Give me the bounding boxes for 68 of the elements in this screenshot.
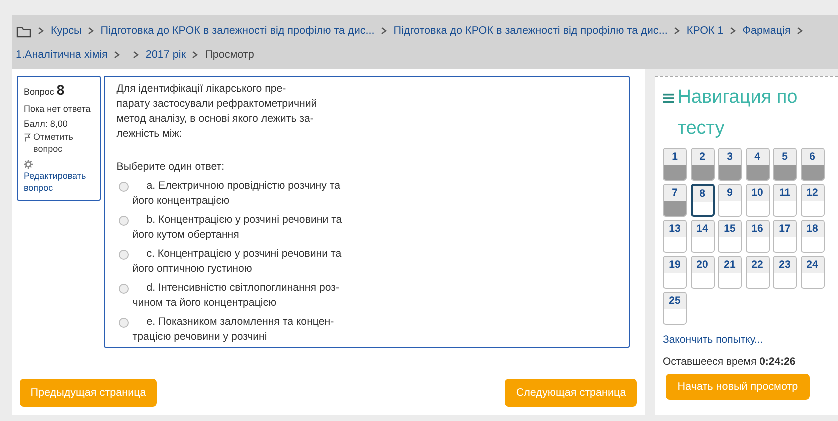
question-nav-button[interactable]: 15 — [718, 220, 742, 254]
answer-option[interactable]: d. Інтенсивністю світлопоглинання роз- чином та його концентрацією — [132, 280, 340, 311]
breadcrumb-current: Просмотр — [205, 48, 254, 64]
question-nav-button[interactable]: 16 — [746, 220, 770, 254]
time-value: 0:24:26 — [760, 356, 796, 368]
answer-option[interactable]: e. Показником заломлення та концен- трацією речовини у розчині — [132, 314, 334, 345]
radio-button[interactable] — [118, 284, 129, 294]
chevron-icon — [380, 27, 388, 36]
breadcrumb-link[interactable]: 2017 рік — [146, 47, 186, 64]
answer-prompt: Выберите один ответ: — [116, 160, 226, 174]
question-nav-button[interactable]: 2 — [690, 148, 714, 182]
question-nav-button[interactable]: 19 — [663, 256, 687, 290]
time-label: Оставшееся время — [663, 356, 757, 368]
breadcrumb-link[interactable]: Курсы — [51, 23, 82, 40]
chevron-icon — [192, 51, 200, 60]
question-nav-button[interactable]: 7 — [663, 184, 687, 218]
chevron-icon — [38, 27, 45, 36]
question-nav-button[interactable]: 21 — [718, 256, 742, 290]
chevron-icon — [674, 27, 681, 36]
question-nav-button[interactable]: 11 — [773, 184, 797, 218]
question-nav-button[interactable]: 4 — [746, 148, 770, 182]
question-number: 8 — [56, 82, 65, 98]
navigation-title: Навигация по тесту — [678, 86, 799, 141]
question-nav-button[interactable]: 20 — [690, 256, 714, 290]
radio-button[interactable] — [118, 216, 129, 226]
answer-option[interactable]: a. Електричною провідністю розчину та його концентрацією — [132, 178, 340, 209]
finish-attempt-link[interactable]: Закончить попытку... — [663, 333, 764, 349]
question-nav-button[interactable]: 3 — [718, 148, 742, 182]
question-nav-button[interactable]: 14 — [690, 220, 714, 254]
question-nav-button[interactable]: 24 — [800, 256, 824, 290]
question-nav-button[interactable]: 9 — [718, 184, 742, 218]
chevron-icon — [88, 27, 95, 36]
flag-icon — [24, 132, 31, 143]
question-nav-button[interactable]: 13 — [663, 220, 687, 254]
chevron-icon — [132, 51, 140, 60]
question-nav-button[interactable]: 5 — [773, 148, 797, 182]
answer-option[interactable]: c. Концентрацією у розчині речовини та його оптичною густиною — [132, 246, 342, 277]
question-nav-button[interactable]: 17 — [773, 220, 797, 254]
chevron-icon — [114, 51, 121, 60]
question-nav-button[interactable]: 8 — [690, 184, 714, 218]
menu-icon — [663, 93, 675, 104]
question-nav-button[interactable]: 23 — [773, 256, 797, 290]
chevron-icon — [730, 27, 737, 36]
question-text: Для ідентифікації лікарського пре- парату застосували рефрактометричний метод аналізу, в основі якого лежить за- лежність між: — [116, 82, 318, 142]
question-state: Пока нет ответа — [24, 103, 92, 116]
breadcrumb-link[interactable]: 1.Аналітична хімія — [16, 47, 108, 64]
question-nav-button[interactable]: 1 — [663, 148, 687, 182]
question-nav-button[interactable]: 25 — [663, 292, 687, 326]
question-label: Вопрос — [24, 87, 54, 98]
radio-button[interactable] — [118, 318, 129, 328]
question-nav-button[interactable]: 18 — [800, 220, 824, 254]
question-nav-button[interactable]: 22 — [746, 256, 770, 290]
breadcrumb-link[interactable]: Фармація — [742, 23, 791, 40]
breadcrumb-link[interactable]: Підготовка до КРОК в залежності від профілю та дис... — [100, 23, 375, 40]
question-grade: Балл: 8,00 — [24, 118, 69, 130]
flag-link[interactable]: Отметить вопрос — [34, 130, 94, 156]
answer-option[interactable]: b. Концентрацією у розчині речовини та його кутом обертання — [132, 212, 342, 243]
question-nav-button[interactable]: 12 — [800, 184, 824, 218]
question-nav-button[interactable]: 10 — [746, 184, 770, 218]
radio-button[interactable] — [118, 250, 129, 260]
edit-question-link[interactable]: Редактировать вопрос — [24, 170, 94, 194]
radio-button[interactable] — [118, 182, 129, 192]
breadcrumb-link[interactable]: КРОК 1 — [686, 23, 724, 40]
folder-icon — [16, 24, 32, 38]
gear-icon — [24, 160, 33, 169]
breadcrumb-link[interactable]: Підготовка до КРОК в залежності від профілю та дис... — [394, 23, 668, 40]
question-nav-button[interactable]: 6 — [800, 148, 824, 182]
chevron-icon — [796, 27, 804, 36]
